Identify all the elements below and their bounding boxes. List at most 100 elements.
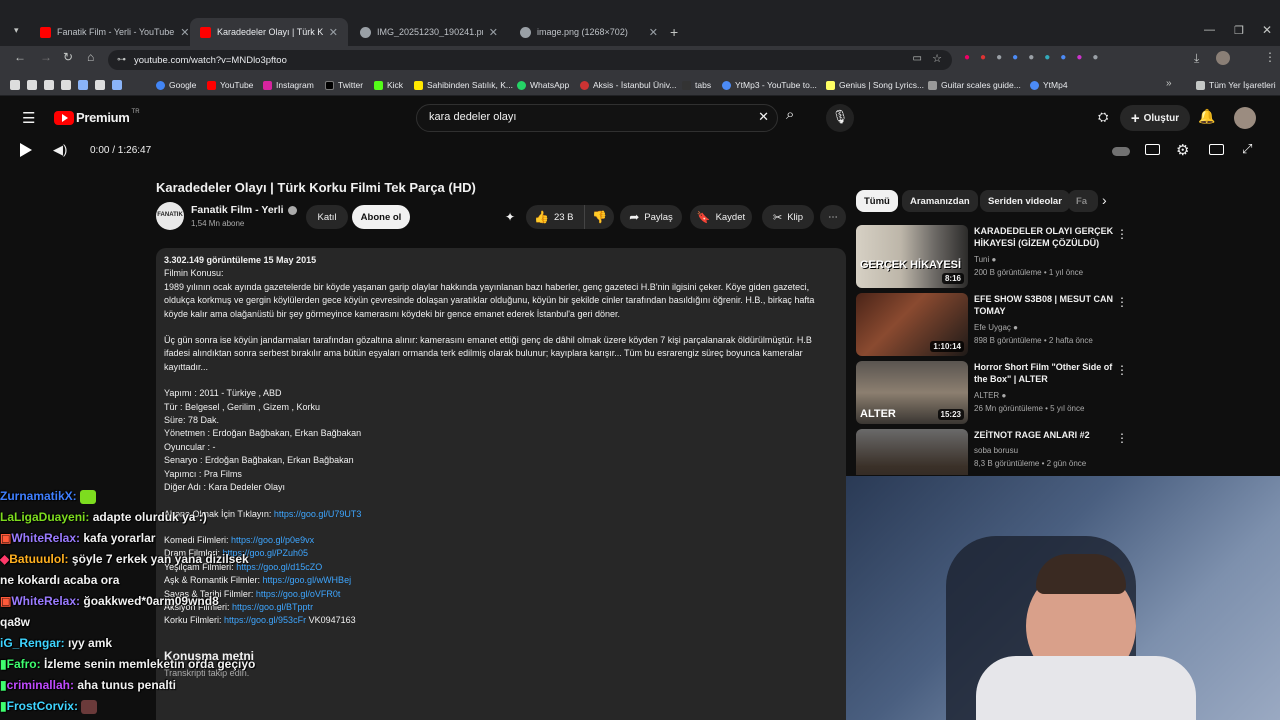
account-avatar[interactable] (1234, 107, 1256, 129)
clear-search-icon[interactable]: ✕ (758, 109, 769, 125)
tab-image-png[interactable]: image.png (1268×702) ✕ (510, 20, 668, 44)
maximize-icon[interactable]: ❐ (1234, 24, 1244, 37)
bookmark-guitar[interactable]: Guitar scales guide... (928, 80, 1021, 90)
more-bookmarks-icon[interactable]: » (1166, 78, 1172, 89)
back-icon[interactable]: ← (14, 50, 26, 64)
emote-icon (81, 699, 98, 714)
subtitles-icon[interactable] (1145, 144, 1160, 155)
reload-icon[interactable]: ↻ (63, 50, 73, 64)
window-close-icon[interactable]: ✕ (1262, 23, 1272, 37)
site-info-icon[interactable]: ⊶ (117, 54, 126, 65)
chat-message: LaLigaDuayeni: adapte olurduk ya :) (0, 510, 207, 524)
minimize-icon[interactable]: — (1204, 24, 1215, 36)
fullscreen-icon[interactable]: ⤢ (1242, 141, 1252, 157)
globe-icon (520, 26, 531, 38)
recommendation-item[interactable]: ALTER 15:23 Horror Short Film "Other Sid… (856, 361, 1136, 425)
chat-username: criminallah: (6, 678, 74, 692)
download-icon[interactable]: ⤓ (1194, 51, 1199, 66)
share-button[interactable]: ➦ Paylaş (620, 205, 682, 229)
volume-icon[interactable]: ◀) (53, 142, 67, 158)
tab-karadedeler[interactable]: Karadedeler Olayı | Türk Korku F ✕ (190, 18, 348, 46)
chat-username: ZurnamatikX: (0, 489, 77, 503)
bookmark-ytmp4[interactable]: YtMp4 (1030, 80, 1068, 90)
bookmark-twitter[interactable]: Twitter (325, 80, 363, 90)
chevron-right-icon[interactable]: › (1102, 192, 1107, 208)
chat-username: LaLigaDuayeni: (0, 510, 90, 524)
emote-icon (80, 489, 97, 504)
chat-message: ◆Batuuulol: şöyle 7 erkek yan yana dizil… (0, 552, 249, 566)
create-video-icon[interactable]: ⛭ (1098, 109, 1108, 125)
bookmark-folder-icons[interactable] (10, 80, 122, 90)
bookmark-aksis[interactable]: Aksis - İstanbul Üniv... (580, 80, 676, 90)
chip-from-search[interactable]: Aramanızdan (902, 190, 978, 212)
more-options-icon[interactable]: ⋮ (1116, 227, 1128, 241)
chip-series[interactable]: Seriden videolar (980, 190, 1070, 212)
channel-name[interactable]: Fanatik Film - Yerli (191, 204, 297, 216)
profile-avatar-icon[interactable] (1216, 51, 1230, 65)
chat-username: iG_Rengar: (0, 636, 65, 650)
thumbs-up-icon: 👍 (534, 210, 549, 224)
time-display: 0:00 / 1:26:47 (90, 145, 152, 156)
miniplayer-icon[interactable] (1209, 144, 1224, 155)
tab-img[interactable]: IMG_20251230_190241.png (10 ✕ (350, 20, 508, 44)
recommendation-item[interactable]: ZEİTNOT RAGE ANLARI #2 soba borusu 8,3 B… (856, 429, 1136, 475)
badge-icon: ▮ (0, 699, 7, 713)
url-field[interactable]: ⊶ youtube.com/watch?v=MNDlo3pftoo ▭ ☆ (108, 50, 952, 70)
bookmark-star-icon[interactable]: ☆ (932, 52, 942, 65)
chip-all[interactable]: Tümü (856, 190, 898, 212)
more-options-icon[interactable]: ⋮ (1116, 295, 1128, 309)
badge-icon: ▮ (0, 678, 7, 692)
chip-more[interactable]: Fa (1068, 190, 1098, 212)
close-icon[interactable]: ✕ (483, 26, 498, 39)
bookmark-instagram[interactable]: Instagram (263, 80, 314, 90)
extension-icons[interactable]: ●●●●●●●●● (964, 52, 1108, 63)
join-button[interactable]: Katıl (306, 205, 348, 229)
bookmark-tabs[interactable]: tabs (682, 80, 711, 90)
channel-avatar[interactable]: FANATIK (156, 202, 184, 230)
microphone-icon[interactable]: 🎙 (826, 104, 854, 132)
youtube-icon (200, 26, 211, 38)
create-button[interactable]: + Oluştur (1120, 105, 1190, 131)
play-icon[interactable] (20, 143, 32, 157)
cast-icon[interactable]: ▭ (913, 53, 922, 64)
search-input[interactable]: kara dedeler olayı ✕ (416, 104, 778, 132)
forward-icon[interactable]: → (40, 50, 52, 64)
bookmark-genius[interactable]: Genius | Song Lyrics... (826, 80, 924, 90)
tab-fanatik-film[interactable]: Fanatik Film - Yerli - YouTube ✕ (30, 20, 188, 44)
more-options-icon[interactable]: ⋮ (1116, 363, 1128, 377)
recommendation-item[interactable]: GERÇEK HİKAYESİ 8:16 KARADEDELER OLAYI G… (856, 225, 1136, 289)
close-icon[interactable]: ✕ (174, 26, 188, 39)
close-icon[interactable]: ✕ (323, 26, 338, 39)
menu-dots-icon[interactable]: ⋮ (1264, 50, 1276, 64)
new-tab-icon[interactable]: + (670, 24, 678, 40)
bookmark-youtube[interactable]: YouTube (207, 80, 253, 90)
bookmark-ytmp3[interactable]: YtMp3 - YouTube to... (722, 80, 817, 90)
subscribe-button[interactable]: Abone ol (352, 205, 410, 229)
sparkle-icon[interactable]: ✦ (505, 210, 515, 224)
save-button[interactable]: 🔖 Kaydet (690, 205, 752, 229)
like-button[interactable]: 👍 23 B (526, 205, 584, 229)
bookmark-google[interactable]: Google (156, 80, 196, 90)
search-icon[interactable]: ⌕ (786, 106, 794, 123)
recommendation-item[interactable]: 1:10:14 EFE SHOW S3B08 | MESUT CAN TOMAY… (856, 293, 1136, 357)
more-actions-button[interactable]: ⋯ (820, 205, 846, 229)
home-icon[interactable]: ⌂ (87, 50, 94, 64)
chat-message: ▮criminallah: aha tunus penalti (0, 678, 176, 692)
settings-gear-icon[interactable]: ⚙ (1176, 141, 1189, 159)
close-icon[interactable]: ✕ (643, 26, 658, 39)
bookmark-whatsapp[interactable]: WhatsApp (517, 80, 569, 90)
chat-message: ▣WhiteRelax: kafa yorarlar (0, 531, 156, 545)
bookmark-sahibinden[interactable]: Sahibinden Satılık, K... (414, 80, 513, 90)
bookmark-kick[interactable]: Kick (374, 80, 403, 90)
tab-list-icon[interactable]: ▾ (14, 25, 19, 36)
hamburger-menu-icon[interactable]: ☰ (22, 109, 35, 127)
dislike-button[interactable]: 👎 (584, 205, 614, 229)
clip-button[interactable]: ✂ Klip (762, 205, 814, 229)
autoplay-toggle[interactable] (1112, 147, 1130, 156)
youtube-logo[interactable]: Premium TR (54, 109, 140, 125)
chat-username: FrostCorvix: (6, 699, 78, 713)
chat-message: iG_Rengar: ıyy amk (0, 636, 113, 650)
more-options-icon[interactable]: ⋮ (1116, 431, 1128, 445)
bookmark-all[interactable]: Tüm Yer İşaretleri (1196, 80, 1276, 90)
notifications-bell-icon[interactable]: 🔔 (1198, 108, 1215, 125)
